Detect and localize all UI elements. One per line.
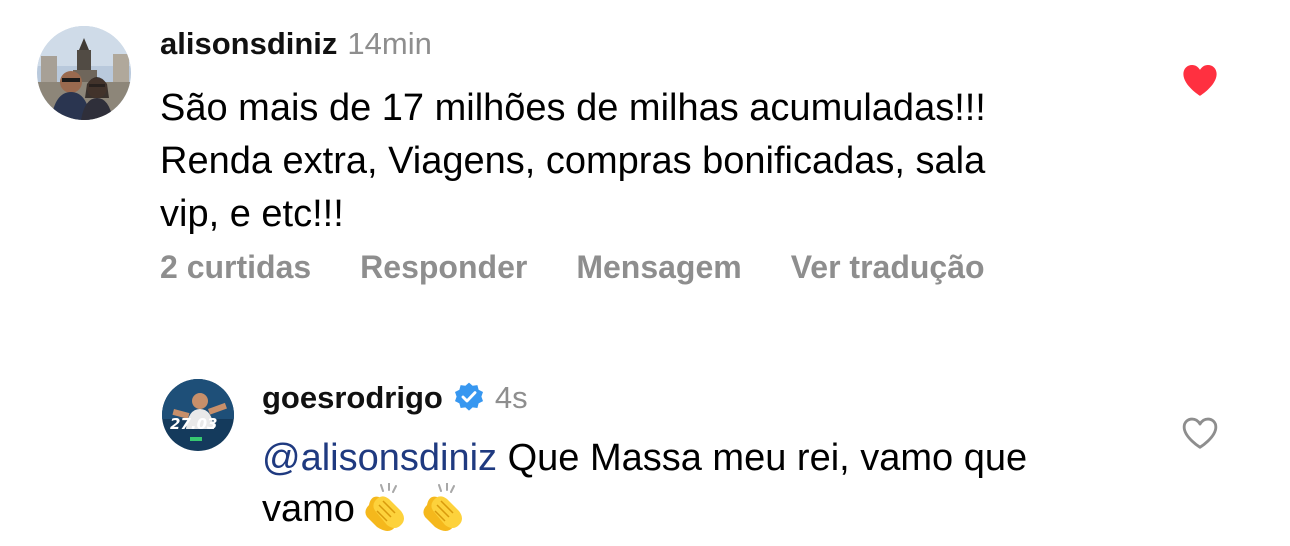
- comment-text-line: @alisonsdiniz Que Massa meu rei, vamo qu…: [262, 433, 1162, 483]
- username[interactable]: goesrodrigo: [262, 380, 443, 415]
- comment-text-segment: vamo: [262, 488, 355, 530]
- comment-text-line: Renda extra, Viagens, compras bonificada…: [160, 140, 986, 182]
- timestamp: 4s: [494, 380, 528, 415]
- comment-header: alisonsdiniz 14min: [160, 24, 432, 64]
- heart-filled-icon[interactable]: [1181, 62, 1219, 98]
- clapping-hands-emoji: [361, 482, 413, 533]
- reply-button[interactable]: Responder: [360, 246, 527, 288]
- comment-text: @alisonsdiniz Que Massa meu rei, vamo qu…: [262, 433, 1162, 534]
- comment-header: goesrodrigo 4s: [262, 377, 528, 419]
- timestamp: 14min: [347, 26, 432, 61]
- comment-text-line: vip, e etc!!!: [160, 193, 344, 235]
- likes-count-button[interactable]: 2 curtidas: [160, 246, 311, 288]
- username[interactable]: alisonsdiniz: [160, 26, 337, 61]
- comment-actions: 2 curtidas Responder Mensagem Ver tradução: [160, 246, 1034, 288]
- comment-text-segment: Que Massa meu rei, vamo que: [497, 437, 1028, 479]
- avatar[interactable]: [37, 26, 131, 120]
- message-button[interactable]: Mensagem: [576, 246, 741, 288]
- comment-text-line: São mais de 17 milhões de milhas acumula…: [160, 87, 986, 129]
- mention-link[interactable]: @alisonsdiniz: [262, 437, 497, 479]
- translate-button[interactable]: Ver tradução: [791, 246, 985, 288]
- clapping-hands-emoji: [419, 482, 471, 533]
- comment-text: São mais de 17 milhões de milhas acumula…: [160, 82, 1150, 241]
- avatar[interactable]: 27.03: [162, 379, 234, 451]
- avatar-badge: 27.03: [170, 415, 218, 433]
- comment-text-line: vamo: [262, 482, 1162, 534]
- verified-badge-icon: [453, 381, 485, 413]
- heart-outline-icon[interactable]: [1181, 415, 1219, 451]
